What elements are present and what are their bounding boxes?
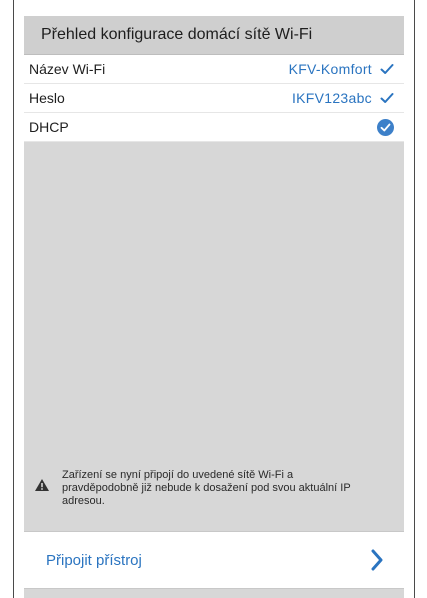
check-icon: [380, 91, 394, 105]
chevron-right-icon: [371, 549, 383, 571]
connect-label: Připojit přístroj: [46, 551, 142, 569]
check-circle-icon[interactable]: [377, 118, 394, 136]
row-label: Název Wi-Fi: [29, 61, 106, 77]
row-password[interactable]: Heslo IKFV123abc: [24, 84, 404, 113]
row-label: Heslo: [29, 90, 65, 106]
bottom-strip: [24, 589, 404, 598]
wifi-config-panel: Přehled konfigurace domácí sítě Wi-Fi Ná…: [24, 16, 404, 598]
page-title: Přehled konfigurace domácí sítě Wi-Fi: [24, 16, 404, 55]
device-frame: Přehled konfigurace domácí sítě Wi-Fi Ná…: [13, 0, 415, 598]
warning-notice: Zařízení se nyní připojí do uvedené sítě…: [24, 469, 404, 508]
row-dhcp[interactable]: DHCP: [24, 113, 404, 142]
row-value: IKFV123abc: [291, 90, 372, 106]
row-label: DHCP: [29, 119, 69, 135]
row-value: KFV-Komfort: [288, 61, 372, 77]
check-icon: [380, 62, 394, 76]
row-wifi-name[interactable]: Název Wi-Fi KFV-Komfort: [24, 55, 404, 84]
connect-device-button[interactable]: Připojit přístroj: [24, 531, 404, 589]
warning-triangle-icon: [35, 479, 49, 491]
warning-text: Zařízení se nyní připojí do uvedené sítě…: [62, 469, 351, 507]
